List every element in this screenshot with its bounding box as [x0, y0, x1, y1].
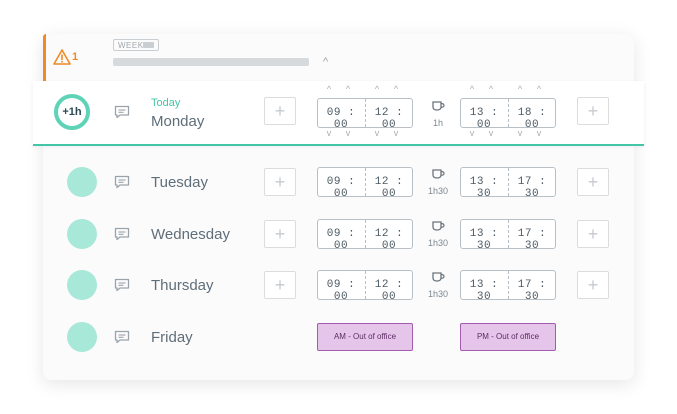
- avatar: [67, 322, 97, 352]
- morning-time-range[interactable]: 09 : 00 12 : 00: [317, 167, 413, 200]
- morning-time-range[interactable]: 09 : 00 12 : 00: [317, 270, 413, 303]
- increase-minute-chevron-up-icon[interactable]: ^: [485, 84, 497, 94]
- decrease-minute-chevron-down-icon[interactable]: v: [485, 128, 497, 138]
- afternoon-time-range[interactable]: 13 : 30 17 : 30: [460, 219, 556, 252]
- warning-count: 1: [72, 51, 79, 63]
- afternoon-end-time[interactable]: 17 : 30: [509, 176, 555, 200]
- comment-icon[interactable]: [114, 175, 130, 189]
- add-slot-after-button[interactable]: +: [577, 97, 609, 125]
- morning-end-time[interactable]: 12 : 00: [366, 176, 412, 200]
- afternoon-out-of-office-block[interactable]: PM - Out of office: [460, 323, 556, 351]
- morning-end-time[interactable]: 12 : 00: [366, 228, 412, 252]
- add-slot-after-button[interactable]: +: [577, 168, 609, 196]
- day-name: Thursday: [151, 277, 214, 294]
- increase-hour-chevron-up-icon[interactable]: ^: [514, 84, 526, 94]
- afternoon-start-time[interactable]: 13 : 30: [461, 228, 507, 252]
- morning-start-time[interactable]: 09 : 00: [318, 228, 364, 252]
- week-progress-bar: [113, 58, 309, 66]
- comment-icon[interactable]: [114, 330, 130, 344]
- day-row-wednesday: Wednesday + 09 : 00 12 : 00 1h30 13 : 30…: [43, 208, 634, 260]
- morning-out-of-office-block[interactable]: AM - Out of office: [317, 323, 413, 351]
- avatar: [67, 219, 97, 249]
- break-duration: 1h30: [427, 186, 449, 196]
- afternoon-time-range[interactable]: 13 : 30 17 : 30: [460, 270, 556, 303]
- morning-start-time[interactable]: 09 : 00: [318, 176, 364, 200]
- coffee-break-icon: [432, 169, 445, 179]
- add-slot-before-button[interactable]: +: [264, 220, 296, 248]
- morning-time-range[interactable]: 09 : 00 12 : 00: [317, 219, 413, 252]
- increase-hour-chevron-up-icon[interactable]: ^: [466, 84, 478, 94]
- week-label: WEEK: [118, 41, 144, 50]
- add-slot-after-button[interactable]: +: [577, 220, 609, 248]
- decrease-minute-chevron-down-icon[interactable]: v: [533, 128, 545, 138]
- morning-time-range[interactable]: 09 : 00 12 : 00: [317, 98, 413, 131]
- avatar: [67, 270, 97, 300]
- afternoon-time-range[interactable]: 13 : 30 17 : 30: [460, 167, 556, 200]
- decrease-minute-chevron-down-icon[interactable]: v: [390, 128, 402, 138]
- decrease-hour-chevron-down-icon[interactable]: v: [323, 128, 335, 138]
- afternoon-end-time[interactable]: 17 : 30: [509, 279, 555, 303]
- comment-icon[interactable]: [114, 278, 130, 292]
- afternoon-start-time[interactable]: 13 : 30: [461, 176, 507, 200]
- afternoon-time-range[interactable]: 13 : 00 18 : 00: [460, 98, 556, 131]
- afternoon-end-time[interactable]: 17 : 30: [509, 228, 555, 252]
- week-header: 1 WEEK ^: [43, 34, 634, 82]
- overtime-badge: +1h: [54, 94, 90, 130]
- day-name: Tuesday: [151, 174, 208, 191]
- coffee-break-icon: [432, 272, 445, 282]
- avatar: [67, 167, 97, 197]
- decrease-hour-chevron-down-icon[interactable]: v: [371, 128, 383, 138]
- increase-minute-chevron-up-icon[interactable]: ^: [533, 84, 545, 94]
- day-name: Wednesday: [151, 226, 230, 243]
- collapse-chevron-up-icon[interactable]: ^: [323, 56, 328, 68]
- day-name: Monday: [151, 113, 205, 130]
- increase-hour-chevron-up-icon[interactable]: ^: [371, 84, 383, 94]
- coffee-break-icon: [432, 221, 445, 231]
- break-duration: 1h30: [427, 238, 449, 248]
- warning-accent-bar: [43, 34, 46, 82]
- break-duration: 1h30: [427, 289, 449, 299]
- week-schedule-card: 1 WEEK ^ +1h Today Monday + ^ ^ ^ ^ 09 :…: [33, 34, 644, 380]
- add-slot-before-button[interactable]: +: [264, 97, 296, 125]
- comment-icon[interactable]: [114, 227, 130, 241]
- add-slot-before-button[interactable]: +: [264, 168, 296, 196]
- day-row-tuesday: Tuesday + 09 : 00 12 : 00 1h30 13 : 30 1…: [43, 156, 634, 208]
- coffee-break-icon: [432, 101, 445, 111]
- increase-minute-chevron-up-icon[interactable]: ^: [342, 84, 354, 94]
- morning-end-time[interactable]: 12 : 00: [366, 279, 412, 303]
- comment-icon[interactable]: [114, 105, 130, 119]
- increase-hour-chevron-up-icon[interactable]: ^: [323, 84, 335, 94]
- break-duration: 1h: [432, 118, 443, 128]
- add-slot-before-button[interactable]: +: [264, 271, 296, 299]
- afternoon-start-time[interactable]: 13 : 30: [461, 279, 507, 303]
- today-label: Today: [151, 97, 181, 109]
- day-row-monday: +1h Today Monday + ^ ^ ^ ^ 09 : 00 12 : …: [33, 81, 644, 146]
- week-badge: WEEK: [113, 39, 159, 51]
- morning-start-time[interactable]: 09 : 00: [318, 279, 364, 303]
- decrease-minute-chevron-down-icon[interactable]: v: [342, 128, 354, 138]
- day-row-thursday: Thursday + 09 : 00 12 : 00 1h30 13 : 30 …: [43, 259, 634, 311]
- day-name: Friday: [151, 329, 193, 346]
- decrease-hour-chevron-down-icon[interactable]: v: [514, 128, 526, 138]
- increase-minute-chevron-up-icon[interactable]: ^: [390, 84, 402, 94]
- week-pill: [143, 42, 154, 48]
- decrease-hour-chevron-down-icon[interactable]: v: [466, 128, 478, 138]
- add-slot-after-button[interactable]: +: [577, 271, 609, 299]
- warning-icon: [53, 49, 71, 65]
- day-row-friday: Friday AM - Out of office PM - Out of of…: [43, 311, 634, 363]
